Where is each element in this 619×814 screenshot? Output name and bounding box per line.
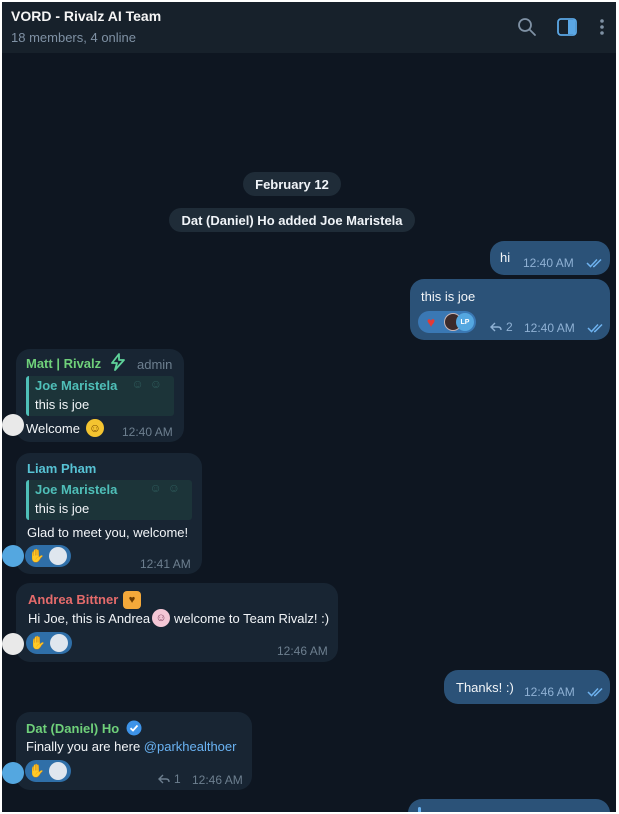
- member-count: 18 members, 4 online: [11, 30, 137, 45]
- search-button[interactable]: [514, 14, 540, 40]
- outgoing-message[interactable]: Thanks! :) 12:46 AM: [444, 670, 610, 704]
- more-options-button[interactable]: [589, 14, 615, 40]
- message-time: 12:46 AM: [524, 685, 575, 699]
- reply-quote[interactable]: Joe Maristela this is joe ☺☺: [26, 480, 192, 520]
- avatar[interactable]: [2, 762, 24, 784]
- reply-quote[interactable]: Joe Maristela this is joe ☺☺: [26, 376, 174, 416]
- sender-name[interactable]: Liam Pham: [27, 461, 96, 476]
- quote-author: Joe Maristela: [35, 378, 118, 393]
- reactions-bar[interactable]: ✋: [25, 545, 71, 567]
- message-time: 12:40 AM: [523, 256, 574, 270]
- message-text-after: welcome to Team Rivalz! :): [174, 611, 330, 626]
- smile-emoji-icon: ☺: [86, 419, 104, 437]
- message-time: 12:40 AM: [122, 425, 173, 439]
- incoming-message[interactable]: Liam Pham Joe Maristela this is joe ☺☺ G…: [2, 453, 202, 574]
- reply-quote-bar: [418, 807, 421, 812]
- outgoing-message[interactable]: hi 12:40 AM: [490, 241, 610, 275]
- chat-title[interactable]: VORD - Rivalz AI Team: [11, 8, 161, 24]
- hand-emoji-icon: ✋: [28, 548, 46, 563]
- sidebar-toggle-button[interactable]: [554, 14, 580, 40]
- message-time: 12:46 AM: [192, 773, 243, 787]
- search-icon: [518, 18, 536, 36]
- incoming-message[interactable]: Andrea Bittner ♥ Hi Joe, this is Andrea …: [2, 583, 338, 662]
- double-check-icon: [587, 687, 603, 697]
- reply-count[interactable]: 2: [490, 320, 513, 334]
- double-check-icon: [587, 323, 603, 333]
- message-text-before: Finally you are here: [26, 739, 144, 754]
- sender-name[interactable]: Matt | Rivalz: [26, 356, 101, 371]
- reactor-avatar: LP: [456, 313, 474, 331]
- chat-header[interactable]: VORD - Rivalz AI Team 18 members, 4 onli…: [2, 2, 616, 53]
- lightning-emoji-icon: [111, 353, 125, 371]
- quote-text: this is joe: [35, 501, 90, 516]
- verified-badge-icon: [126, 720, 142, 736]
- reactor-avatar: [50, 634, 68, 652]
- reactions-bar[interactable]: ✋: [25, 760, 71, 782]
- message-time: 12:46 AM: [277, 644, 328, 658]
- message-time: 12:41 AM: [140, 557, 191, 571]
- reply-arrow-icon: [158, 774, 170, 784]
- quote-pattern-icon: ☺☺: [131, 377, 168, 391]
- message-text: Welcome: [26, 421, 80, 436]
- service-message: Dat (Daniel) Ho added Joe Maristela: [169, 208, 415, 232]
- admin-badge: admin: [137, 357, 173, 372]
- date-separator: February 12: [243, 172, 341, 196]
- more-vertical-icon: [600, 19, 604, 35]
- double-check-icon: [586, 258, 602, 268]
- reply-count[interactable]: 1: [158, 772, 181, 786]
- message-list[interactable]: February 12 Dat (Daniel) Ho added Joe Ma…: [2, 53, 616, 812]
- message-time: 12:40 AM: [524, 321, 575, 335]
- reactor-avatar: [49, 547, 67, 565]
- incoming-message[interactable]: Matt | Rivalz admin Joe Maristela this i…: [2, 349, 184, 442]
- message-text: Glad to meet you, welcome!: [27, 525, 189, 540]
- outgoing-message[interactable]: this is joe ♥ LP 2 12:40 AM: [410, 279, 610, 340]
- sender-name[interactable]: Andrea Bittner: [28, 592, 118, 607]
- sidebar-toggle-icon: [557, 18, 577, 36]
- sender-name[interactable]: Dat (Daniel) Ho: [26, 721, 119, 736]
- reactions-bar[interactable]: ♥ LP: [418, 311, 476, 333]
- message-text: hi: [500, 250, 511, 265]
- reactions-bar[interactable]: ✋: [26, 632, 72, 654]
- avatar[interactable]: [2, 633, 24, 655]
- hand-emoji-icon: ✋: [29, 635, 47, 650]
- cat-emoji-icon: ♥: [123, 591, 141, 609]
- message-text: Finally you are here @parkhealthoer: [26, 739, 236, 754]
- chat-window: VORD - Rivalz AI Team 18 members, 4 onli…: [2, 2, 616, 812]
- quote-pattern-icon: ☺☺: [149, 481, 186, 495]
- avatar[interactable]: [2, 414, 24, 436]
- hand-emoji-icon: ✋: [28, 763, 46, 778]
- reactor-avatar: [49, 762, 67, 780]
- message-text-before: Hi Joe, this is Andrea: [28, 611, 151, 626]
- user-mention-link[interactable]: @parkhealthoer: [144, 739, 237, 754]
- message-text: this is joe: [421, 289, 476, 304]
- reply-arrow-icon: [490, 322, 502, 332]
- quote-text: this is joe: [35, 397, 90, 412]
- outgoing-message-partial[interactable]: [408, 799, 610, 812]
- message-text: Thanks! :): [456, 680, 514, 695]
- reply-count-value: 2: [506, 320, 513, 334]
- heart-reaction-icon: ♥: [426, 314, 436, 330]
- avatar[interactable]: [2, 545, 24, 567]
- person-emoji-icon: ☺: [152, 609, 170, 627]
- reply-count-value: 1: [174, 772, 181, 786]
- incoming-message[interactable]: Dat (Daniel) Ho Finally you are here @pa…: [2, 712, 252, 790]
- quote-author: Joe Maristela: [35, 482, 118, 497]
